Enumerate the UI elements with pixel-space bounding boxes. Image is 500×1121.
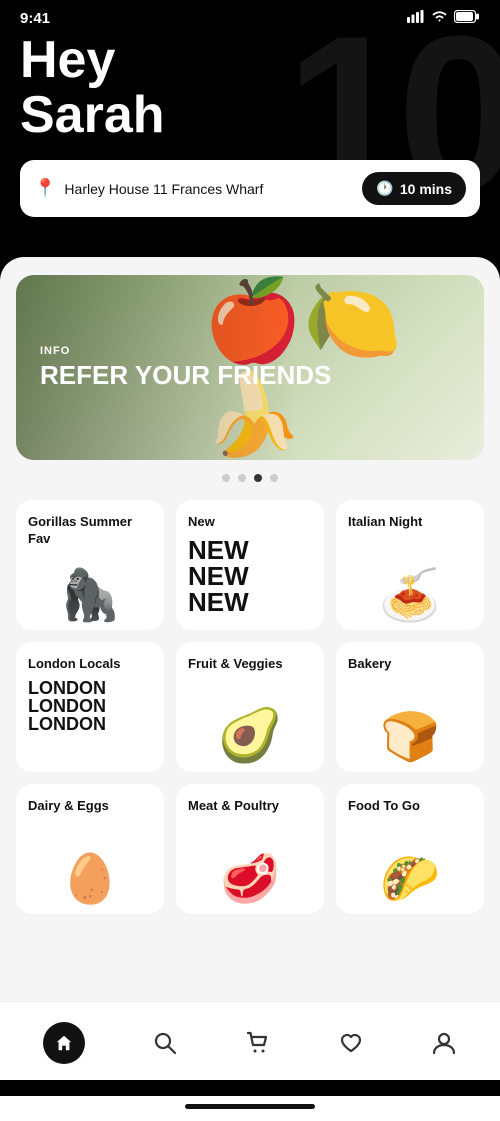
carousel-dot-3 (254, 474, 262, 482)
banner-title: REFER YOUR FRIENDS (40, 361, 460, 390)
category-fruit-veggies[interactable]: Fruit & Veggies 🥑 (176, 642, 324, 772)
carousel-dot-2 (238, 474, 246, 482)
home-indicator (0, 1096, 500, 1121)
category-italian-night[interactable]: Italian Night 🍝 (336, 500, 484, 630)
dairy-eggs-card-title: Dairy & Eggs (28, 798, 152, 815)
battery-icon (454, 10, 480, 27)
header: 10 Hey Sarah 📍 Harley House 11 Frances W… (0, 33, 500, 257)
meat-poultry-card-image: 🥩 (188, 825, 312, 904)
clock-icon: 🕐 (376, 180, 393, 197)
nav-search[interactable] (138, 1024, 192, 1062)
cart-icon (245, 1030, 271, 1056)
signal-icon (407, 10, 425, 27)
nav-home[interactable] (29, 1016, 99, 1070)
dairy-eggs-card-image: 🥚 (28, 825, 152, 904)
carousel-dot-1 (222, 474, 230, 482)
gorillas-card-image: 🦍 (28, 558, 152, 620)
home-indicator-bar (185, 1104, 315, 1109)
new-card-subtitle: NEWNEWNEW (188, 537, 312, 615)
home-icon (43, 1022, 85, 1064)
category-food-to-go[interactable]: Food To Go 🌮 (336, 784, 484, 914)
gorillas-card-title: Gorillas Summer Fav (28, 514, 152, 548)
new-card-title: New (188, 514, 312, 531)
location-address: Harley House 11 Frances Wharf (64, 181, 263, 197)
heart-icon (338, 1030, 364, 1056)
fruit-veggies-card-image: 🥑 (188, 683, 312, 762)
status-bar: 9:41 (0, 0, 500, 33)
promo-banner[interactable]: 🍎🍋🍌 INFO REFER YOUR FRIENDS (16, 275, 484, 460)
london-locals-card-subtitle: LONDONLONDONLONDON (28, 679, 152, 733)
category-dairy-eggs[interactable]: Dairy & Eggs 🥚 (16, 784, 164, 914)
status-time: 9:41 (20, 10, 50, 27)
meat-poultry-card-title: Meat & Poultry (188, 798, 312, 815)
banner-text-content: INFO REFER YOUR FRIENDS (16, 275, 484, 460)
location-pin-icon: 📍 (34, 178, 56, 199)
food-to-go-card-title: Food To Go (348, 798, 472, 815)
main-content: 🍎🍋🍌 INFO REFER YOUR FRIENDS Gorillas Sum… (0, 257, 500, 1017)
nav-favorites[interactable] (324, 1024, 378, 1062)
italian-night-card-title: Italian Night (348, 514, 472, 531)
location-bar[interactable]: 📍 Harley House 11 Frances Wharf 🕐 10 min… (20, 160, 480, 217)
status-icons (407, 10, 480, 27)
location-info: 📍 Harley House 11 Frances Wharf (34, 178, 263, 199)
search-icon (152, 1030, 178, 1056)
delivery-time-badge: 🕐 10 mins (362, 172, 466, 205)
london-locals-card-title: London Locals (28, 656, 152, 673)
carousel-dots (16, 474, 484, 482)
category-grid: Gorillas Summer Fav 🦍 New NEWNEWNEW Ital… (16, 500, 484, 914)
italian-night-card-image: 🍝 (348, 541, 472, 620)
category-new[interactable]: New NEWNEWNEW (176, 500, 324, 630)
nav-profile[interactable] (417, 1024, 471, 1062)
wifi-icon (431, 10, 448, 27)
fruit-veggies-card-title: Fruit & Veggies (188, 656, 312, 673)
delivery-time: 10 mins (400, 181, 452, 197)
nav-cart[interactable] (231, 1024, 285, 1062)
banner-info-label: INFO (40, 345, 460, 357)
category-bakery[interactable]: Bakery 🍞 (336, 642, 484, 772)
bakery-card-title: Bakery (348, 656, 472, 673)
bottom-navigation (0, 1001, 500, 1080)
carousel-dot-4 (270, 474, 278, 482)
bakery-card-image: 🍞 (348, 683, 472, 762)
category-london-locals[interactable]: London Locals LONDONLONDONLONDON (16, 642, 164, 772)
category-meat-poultry[interactable]: Meat & Poultry 🥩 (176, 784, 324, 914)
greeting: Hey Sarah (20, 33, 480, 142)
food-to-go-card-image: 🌮 (348, 825, 472, 904)
profile-icon (431, 1030, 457, 1056)
category-gorillas-summer-fav[interactable]: Gorillas Summer Fav 🦍 (16, 500, 164, 630)
